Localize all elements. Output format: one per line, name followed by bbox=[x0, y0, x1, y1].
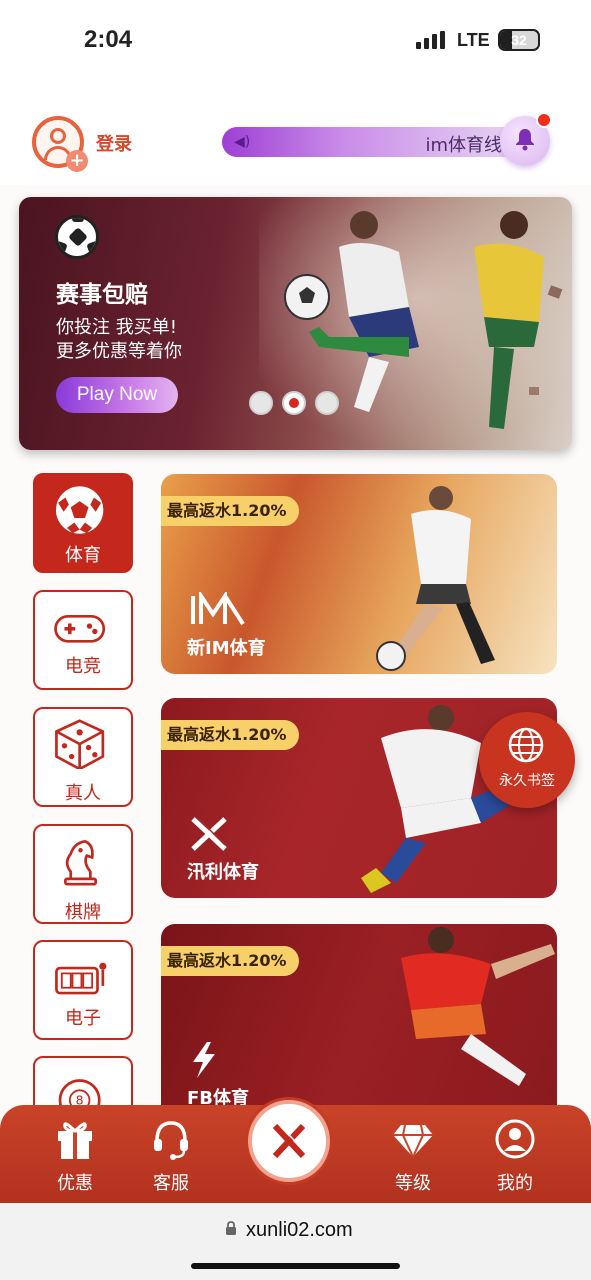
nav-label: 等级 bbox=[395, 1173, 431, 1194]
category-esports[interactable]: 电竞 bbox=[33, 590, 133, 690]
soccer-ball-icon bbox=[55, 215, 99, 259]
notification-dot bbox=[536, 112, 552, 128]
rebate-badge: 最高返水1.20% bbox=[161, 720, 299, 750]
category-label: 棋牌 bbox=[65, 902, 101, 923]
nav-label: 客服 bbox=[153, 1173, 189, 1194]
bottom-navigation: 优惠 客服 等级 我的 bbox=[0, 1100, 591, 1203]
gift-icon bbox=[58, 1122, 92, 1159]
home-indicator[interactable] bbox=[191, 1263, 400, 1269]
category-label: 真人 bbox=[65, 783, 101, 804]
announcement-marquee[interactable]: ◀) im体育线 bbox=[222, 127, 522, 157]
nav-customer-service[interactable]: 客服 bbox=[126, 1113, 216, 1194]
footballer-illustration bbox=[401, 927, 555, 1086]
banner-subtitle-1: 你投注 我买单! bbox=[56, 317, 177, 338]
chess-knight-icon bbox=[64, 839, 98, 886]
soccer-players-illustration bbox=[259, 197, 572, 450]
carousel-dot[interactable] bbox=[249, 391, 273, 415]
platform-card-im[interactable]: 最高返水1.20% 新IM体育 bbox=[161, 474, 557, 674]
x-brand-icon bbox=[272, 1124, 306, 1158]
category-label: 电子 bbox=[65, 1008, 101, 1029]
platform-card-fb[interactable]: 最高返水1.20% FB体育 bbox=[161, 924, 557, 1124]
profile-icon bbox=[495, 1119, 535, 1159]
globe-icon bbox=[508, 727, 544, 763]
category-slots[interactable]: 电子 bbox=[33, 940, 133, 1040]
battery-icon: 32 bbox=[498, 29, 540, 51]
status-bar: 2:04 LTE 32 bbox=[0, 0, 591, 80]
banner-subtitle-2: 更多优惠等着你 bbox=[56, 341, 182, 362]
category-board-games[interactable]: 棋牌 bbox=[33, 824, 133, 924]
nav-label: 我的 bbox=[497, 1173, 533, 1194]
nav-level[interactable]: 等级 bbox=[368, 1113, 458, 1194]
banner-title: 赛事包赔 bbox=[56, 282, 148, 308]
promo-banner[interactable]: 赛事包赔 你投注 我买单! 更多优惠等着你 Play Now bbox=[19, 197, 572, 450]
soccer-ball-icon bbox=[55, 486, 104, 534]
fb-lightning-logo bbox=[193, 1042, 215, 1078]
platform-name: 新IM体育 bbox=[187, 638, 266, 659]
browser-address-bar[interactable]: xunli02.com bbox=[0, 1203, 591, 1280]
rebate-badge: 最高返水1.20% bbox=[161, 946, 299, 976]
slot-machine-icon bbox=[55, 962, 107, 995]
carousel-dot[interactable] bbox=[315, 391, 339, 415]
signal-icon bbox=[416, 31, 446, 49]
dice-icon bbox=[55, 719, 105, 769]
im-logo bbox=[191, 592, 245, 626]
network-type: LTE bbox=[457, 30, 490, 50]
platform-name: 汛利体育 bbox=[187, 862, 259, 883]
nav-home-button[interactable] bbox=[248, 1100, 330, 1182]
x-logo bbox=[191, 817, 227, 851]
battery-percent: 32 bbox=[511, 32, 527, 48]
category-sports[interactable]: 体育 bbox=[33, 473, 133, 573]
speaker-icon: ◀) bbox=[234, 134, 251, 150]
avatar-button[interactable]: + bbox=[32, 116, 88, 172]
footballer-illustration bbox=[376, 486, 495, 671]
bell-icon bbox=[500, 127, 550, 157]
status-time: 2:04 bbox=[84, 26, 133, 53]
play-now-button[interactable]: Play Now bbox=[56, 377, 178, 413]
nav-label: 优惠 bbox=[57, 1173, 93, 1194]
lock-icon bbox=[226, 1221, 236, 1235]
gamepad-icon bbox=[54, 614, 106, 643]
app-header: + 登录 ◀) im体育线 bbox=[0, 80, 591, 185]
user-add-icon bbox=[50, 128, 66, 144]
rebate-badge: 最高返水1.20% bbox=[161, 496, 299, 526]
diamond-icon bbox=[393, 1124, 433, 1160]
plus-badge: + bbox=[66, 150, 88, 172]
carousel-dot-active[interactable] bbox=[282, 391, 306, 415]
headset-icon bbox=[154, 1121, 188, 1160]
login-link[interactable]: 登录 bbox=[96, 130, 132, 156]
category-label: 体育 bbox=[65, 545, 101, 566]
bookmark-label: 永久书签 bbox=[499, 773, 555, 789]
permanent-bookmark-button[interactable]: 永久书签 bbox=[479, 712, 575, 808]
nav-profile[interactable]: 我的 bbox=[470, 1113, 560, 1194]
nav-promotions[interactable]: 优惠 bbox=[30, 1113, 120, 1194]
notification-button[interactable] bbox=[500, 112, 552, 166]
marquee-text: im体育线 bbox=[425, 135, 502, 156]
category-live-casino[interactable]: 真人 bbox=[33, 707, 133, 807]
url-text: xunli02.com bbox=[246, 1219, 353, 1241]
category-label: 电竞 bbox=[65, 656, 101, 677]
